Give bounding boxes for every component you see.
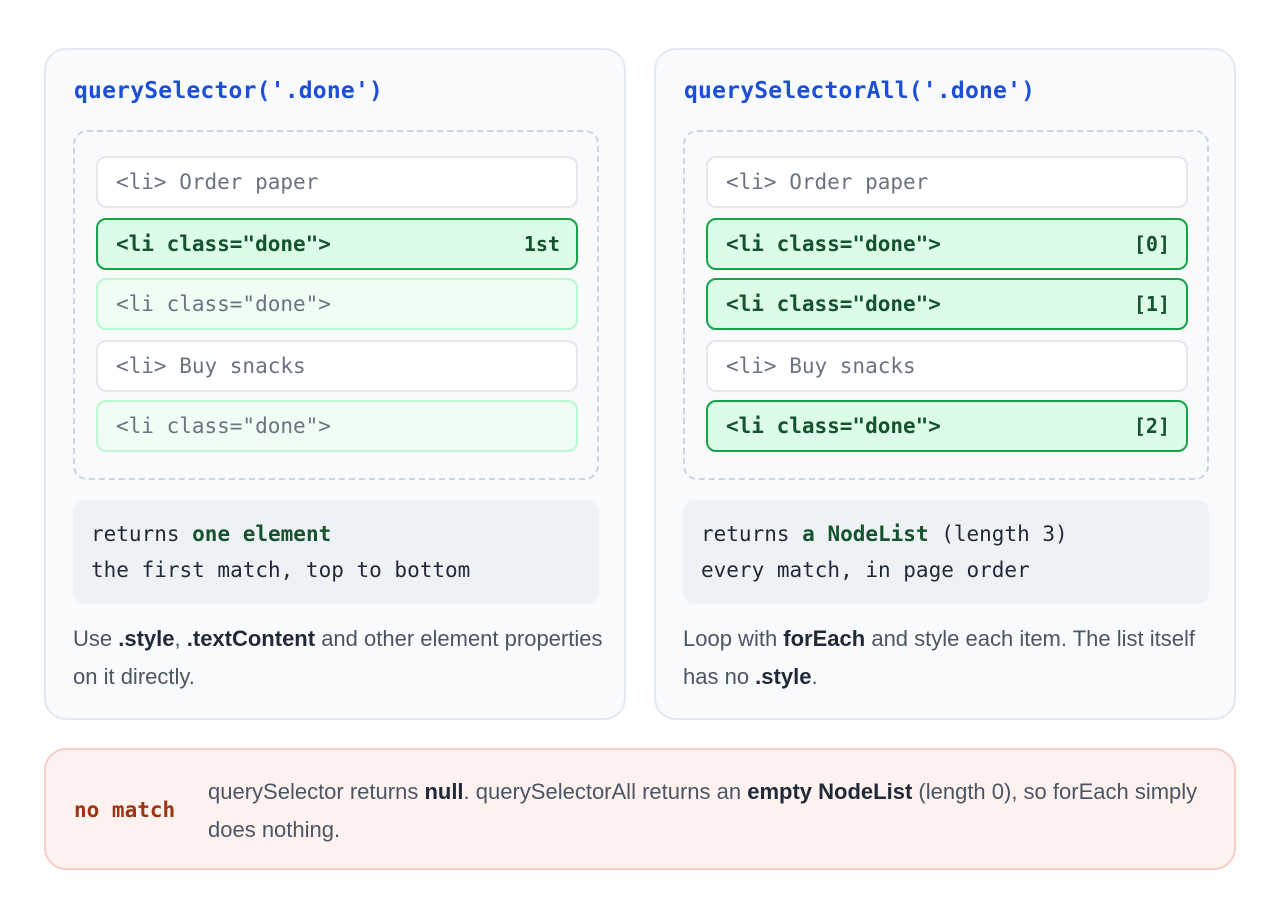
list-item-text: <li class="done"> xyxy=(116,292,331,316)
return-prefix: returns xyxy=(701,522,803,546)
return-prefix: returns xyxy=(91,522,193,546)
note-emphasis: forEach xyxy=(783,626,866,651)
return-suffix: (length 3) xyxy=(928,522,1068,546)
list-item: <li> Order paper xyxy=(96,156,578,208)
note-text: , xyxy=(174,626,187,651)
note-emphasis: .textContent xyxy=(186,626,316,651)
callout-text-part: querySelector returns xyxy=(208,779,425,804)
callout-tag: no match xyxy=(74,798,176,822)
return-line-2: every match, in page order xyxy=(701,558,1030,582)
list-item: <li class="done"> xyxy=(96,278,578,330)
match-tag: 1st xyxy=(523,232,560,256)
list-item: <li> Order paper xyxy=(706,156,1188,208)
list-item-text: <li class="done"> xyxy=(726,414,941,438)
list-item-text: <li class="done"> xyxy=(116,414,331,438)
list-item: <li> Buy snacks xyxy=(96,340,578,392)
callout-emphasis: null xyxy=(424,779,464,804)
match-tag: [1] xyxy=(1133,292,1170,316)
list-item: <li class="done"> xyxy=(96,400,578,452)
callout-text-part: . querySelectorAll returns an xyxy=(463,779,748,804)
list-item: <li class="done"> [2] xyxy=(706,400,1188,452)
query-selector-all-card: querySelectorAll('.done') <li> Order pap… xyxy=(654,48,1236,720)
usage-note: Use .style, .textContent and other eleme… xyxy=(73,620,603,696)
list-item: <li> Buy snacks xyxy=(706,340,1188,392)
list-item-text: <li class="done"> xyxy=(726,232,941,256)
return-line-1: returns a NodeList (length 3) xyxy=(701,516,1191,552)
note-text: Use xyxy=(73,626,119,651)
callout-text: querySelector returns null. querySelecto… xyxy=(208,773,1208,849)
dom-list-box: <li> Order paper <li class="done"> 1st <… xyxy=(73,130,599,480)
list-item: <li class="done"> [0] xyxy=(706,218,1188,270)
note-emphasis: .style xyxy=(755,664,812,689)
return-type: a NodeList xyxy=(802,522,929,546)
return-type: one element xyxy=(192,522,332,546)
return-line-1: returns one element xyxy=(91,516,581,552)
note-emphasis: .style xyxy=(118,626,175,651)
return-line-2: the first match, top to bottom xyxy=(91,558,471,582)
no-match-callout: no match querySelector returns null. que… xyxy=(44,748,1236,870)
return-value-box: returns a NodeList (length 3) every matc… xyxy=(683,500,1209,604)
return-value-box: returns one element the first match, top… xyxy=(73,500,599,604)
list-item-text: <li> Buy snacks xyxy=(116,354,306,378)
list-item-text: <li class="done"> xyxy=(116,232,331,256)
card-title: querySelector('.done') xyxy=(74,78,384,104)
list-item: <li class="done"> 1st xyxy=(96,218,578,270)
query-selector-card: querySelector('.done') <li> Order paper … xyxy=(44,48,626,720)
card-title: querySelectorAll('.done') xyxy=(684,78,1036,104)
list-item-text: <li class="done"> xyxy=(726,292,941,316)
list-item: <li class="done"> [1] xyxy=(706,278,1188,330)
note-text: Loop with xyxy=(683,626,784,651)
dom-list-box: <li> Order paper <li class="done"> [0] <… xyxy=(683,130,1209,480)
list-item-text: <li> Order paper xyxy=(726,170,929,194)
note-text: . xyxy=(811,664,818,689)
usage-note: Loop with forEach and style each item. T… xyxy=(683,620,1213,696)
list-item-text: <li> Buy snacks xyxy=(726,354,916,378)
match-tag: [0] xyxy=(1133,232,1170,256)
match-tag: [2] xyxy=(1133,414,1170,438)
list-item-text: <li> Order paper xyxy=(116,170,319,194)
callout-emphasis: empty NodeList xyxy=(747,779,913,804)
